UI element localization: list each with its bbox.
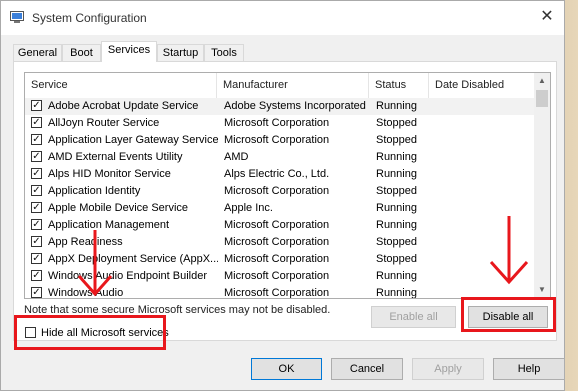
service-manufacturer: Microsoft Corporation: [224, 287, 330, 299]
tab-general[interactable]: General: [13, 44, 62, 62]
highlight-box-hide-services: [14, 315, 166, 350]
table-row[interactable]: ✓ Adobe Acrobat Update Service Adobe Syste…: [25, 98, 535, 115]
ok-button[interactable]: OK: [251, 358, 322, 380]
vertical-scrollbar[interactable]: ▲ ▼: [534, 73, 550, 298]
service-checkbox[interactable]: ✓: [31, 117, 42, 128]
highlight-box-disable-all: [461, 297, 556, 332]
service-checkbox[interactable]: ✓: [31, 185, 42, 196]
service-manufacturer: AMD: [224, 151, 249, 163]
table-row[interactable]: ✓ AllJoyn Router Service Microsoft Corpora…: [25, 115, 535, 132]
service-checkbox[interactable]: ✓: [31, 168, 42, 179]
service-manufacturer: Microsoft Corporation: [224, 117, 330, 129]
tab-tools[interactable]: Tools: [204, 44, 244, 62]
service-name: App Readiness: [48, 236, 123, 248]
service-manufacturer: Microsoft Corporation: [224, 219, 330, 231]
list-header: Service Manufacturer Status Date Disable…: [25, 73, 535, 98]
service-name: Windows Audio Endpoint Builder: [48, 270, 207, 282]
service-name: Application Management: [48, 219, 170, 231]
system-configuration-icon: [10, 11, 24, 23]
service-status: Running: [376, 270, 417, 282]
service-name: AppX Deployment Service (AppX...: [48, 253, 218, 265]
service-name: Apple Mobile Device Service: [48, 202, 189, 214]
service-status: Running: [376, 287, 417, 299]
service-name: Alps HID Monitor Service: [48, 168, 171, 180]
table-row[interactable]: ✓ AMD External Events Utility AMD Running: [25, 149, 535, 166]
table-row[interactable]: ✓ Apple Mobile Device Service Apple Inc. Ru…: [25, 200, 535, 217]
service-status: Running: [376, 100, 417, 112]
service-manufacturer: Apple Inc.: [224, 202, 273, 214]
service-checkbox[interactable]: ✓: [31, 270, 42, 281]
service-checkbox[interactable]: ✓: [31, 219, 42, 230]
service-name: Application Layer Gateway Service: [48, 134, 218, 146]
close-icon[interactable]: ✕: [540, 8, 554, 26]
table-row[interactable]: ✓ Application Layer Gateway Service Micros…: [25, 132, 535, 149]
help-button[interactable]: Help: [493, 358, 565, 380]
service-manufacturer: Adobe Systems Incorporated: [224, 100, 366, 112]
service-status: Running: [376, 151, 417, 163]
service-checkbox[interactable]: ✓: [31, 151, 42, 162]
service-manufacturer: Microsoft Corporation: [224, 270, 330, 282]
service-checkbox[interactable]: ✓: [31, 100, 42, 111]
service-checkbox[interactable]: ✓: [31, 236, 42, 247]
service-name: Adobe Acrobat Update Service: [48, 100, 199, 112]
service-status: Running: [376, 219, 417, 231]
service-name: AMD External Events Utility: [48, 151, 183, 163]
service-status: Running: [376, 202, 417, 214]
service-status: Stopped: [376, 253, 417, 265]
service-checkbox[interactable]: ✓: [31, 287, 42, 298]
table-row[interactable]: ✓ Alps HID Monitor Service Alps Electric C…: [25, 166, 535, 183]
scroll-up-icon[interactable]: ▲: [534, 73, 550, 89]
service-status: Running: [376, 168, 417, 180]
window-title: System Configuration: [32, 11, 147, 25]
column-header-date-disabled[interactable]: Date Disabled: [429, 73, 535, 98]
cancel-button[interactable]: Cancel: [331, 358, 403, 380]
red-arrow-down-icon: [489, 216, 529, 285]
tab-startup[interactable]: Startup: [157, 44, 204, 62]
service-manufacturer: Microsoft Corporation: [224, 253, 330, 265]
service-name: Windows Audio: [48, 287, 124, 299]
service-manufacturer: Microsoft Corporation: [224, 134, 330, 146]
service-manufacturer: Microsoft Corporation: [224, 236, 330, 248]
scroll-down-icon[interactable]: ▼: [534, 282, 550, 298]
tab-boot[interactable]: Boot: [62, 44, 101, 62]
enable-all-button[interactable]: Enable all: [371, 306, 456, 328]
column-header-manufacturer[interactable]: Manufacturer: [217, 73, 369, 98]
column-header-status[interactable]: Status: [369, 73, 429, 98]
service-checkbox[interactable]: ✓: [31, 202, 42, 213]
service-checkbox[interactable]: ✓: [31, 134, 42, 145]
service-checkbox[interactable]: ✓: [31, 253, 42, 264]
service-status: Stopped: [376, 185, 417, 197]
service-name: Application Identity: [48, 185, 141, 197]
service-status: Stopped: [376, 134, 417, 146]
tab-services[interactable]: Services: [101, 41, 157, 62]
apply-button[interactable]: Apply: [412, 358, 484, 380]
red-arrow-down-icon: [77, 230, 113, 297]
service-manufacturer: Alps Electric Co., Ltd.: [224, 168, 330, 180]
service-name: AllJoyn Router Service: [48, 117, 160, 129]
table-row[interactable]: ✓ Application Identity Microsoft Corporati…: [25, 183, 535, 200]
service-status: Stopped: [376, 236, 417, 248]
column-header-service[interactable]: Service: [25, 73, 217, 98]
service-manufacturer: Microsoft Corporation: [224, 185, 330, 197]
service-status: Stopped: [376, 117, 417, 129]
title-bar: System Configuration ✕: [1, 1, 564, 35]
scrollbar-thumb[interactable]: [536, 90, 548, 107]
